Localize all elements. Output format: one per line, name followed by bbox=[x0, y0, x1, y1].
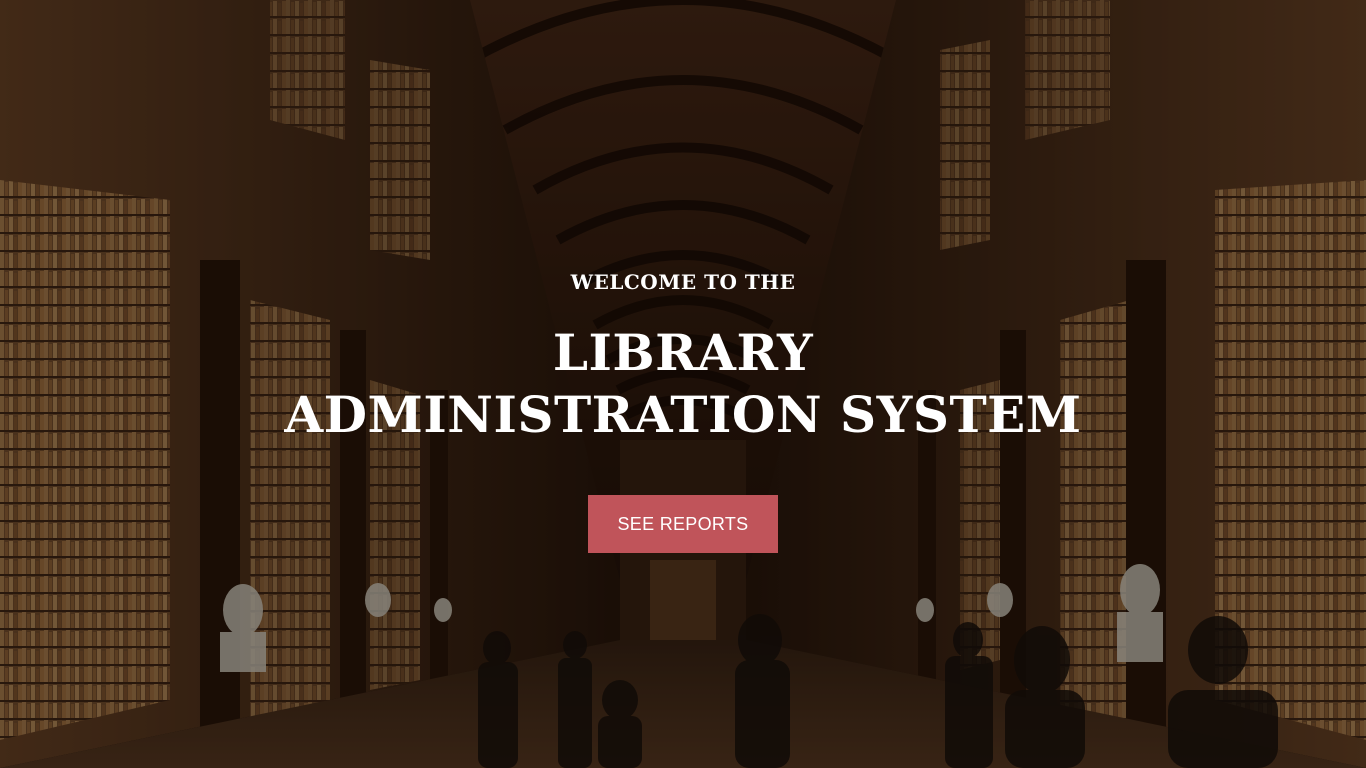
hero-content: WELCOME TO THE LIBRARY ADMINISTRATION SY… bbox=[0, 0, 1366, 768]
hero-section: WELCOME TO THE LIBRARY ADMINISTRATION SY… bbox=[0, 0, 1366, 768]
page-title: LIBRARY ADMINISTRATION SYSTEM bbox=[284, 323, 1082, 444]
see-reports-button[interactable]: SEE REPORTS bbox=[588, 495, 778, 553]
welcome-eyebrow-text: WELCOME TO THE bbox=[570, 270, 796, 294]
